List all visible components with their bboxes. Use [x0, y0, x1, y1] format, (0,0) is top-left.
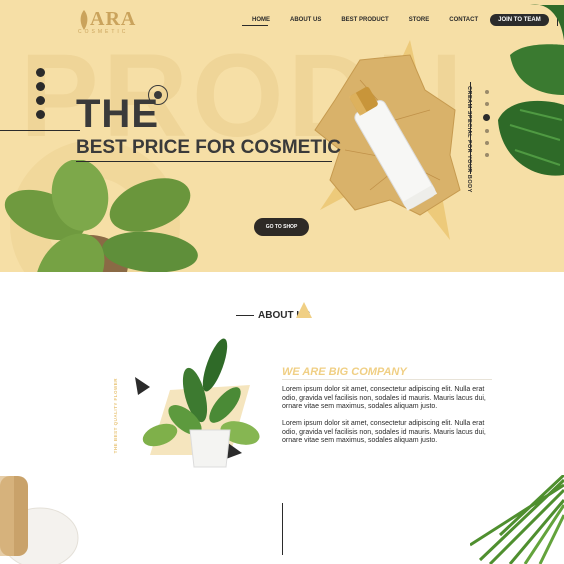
vertical-quality-label: THE BEST QUALITY FLOWER: [113, 378, 118, 454]
go-to-shop-button[interactable]: GO TO SHOP: [254, 218, 309, 236]
nav-contact[interactable]: CONTACT: [449, 17, 478, 23]
slider-dot[interactable]: [484, 90, 489, 94]
palm-leaf-image: [470, 475, 564, 564]
about-triangle-accent: [296, 302, 312, 318]
nav-best-product[interactable]: BEST PRODUCT: [341, 17, 388, 23]
slider-dot-active[interactable]: [483, 114, 490, 121]
slider-dot[interactable]: [484, 153, 489, 157]
slider-dot[interactable]: [484, 102, 489, 106]
headline-rule: [0, 130, 80, 131]
about-paragraph: Lorem ipsum dolor sit amet, consectetur …: [282, 420, 486, 445]
black-triangle-shape: [135, 377, 150, 395]
scroll-indicator-line: [282, 503, 283, 555]
slider-dot[interactable]: [484, 129, 489, 133]
youtube-icon[interactable]: [36, 110, 45, 119]
monstera-leaf-image: [498, 4, 564, 176]
target-circle-icon: [148, 85, 168, 105]
snapchat-icon[interactable]: [36, 68, 45, 77]
hero-section: PRODU ARA COSMETIC HOME ABOUT US BEST PR…: [0, 0, 564, 272]
nav-about-us[interactable]: ABOUT US: [290, 17, 321, 23]
subheadline-underline: [76, 161, 332, 162]
leaf-icon: [80, 10, 88, 30]
plant-with-soil-image: [4, 160, 198, 272]
hero-headline: THE: [76, 92, 159, 136]
about-heading-rule: [236, 315, 254, 316]
brand-logo[interactable]: ARA COSMETIC: [78, 8, 136, 35]
facebook-icon[interactable]: [36, 82, 45, 91]
about-paragraph: Lorem ipsum dolor sit amet, consectetur …: [282, 386, 486, 411]
nav-store[interactable]: STORE: [409, 17, 430, 23]
hero-subheadline: BEST PRICE FOR COSMETIC: [76, 137, 341, 158]
hero-side-text: CREAM SPECIAL FOR YOUR BODY: [466, 86, 472, 193]
company-title-rule: [282, 379, 492, 380]
social-links: [36, 68, 45, 119]
cosmetic-jar-image: [0, 476, 79, 564]
company-title: WE ARE BIG COMPANY: [282, 366, 407, 378]
nav-home[interactable]: HOME: [242, 17, 270, 26]
instagram-icon[interactable]: [36, 96, 45, 105]
potted-plant-image: [135, 338, 260, 468]
slider-dot[interactable]: [484, 141, 489, 145]
slider-dots: [483, 90, 490, 157]
